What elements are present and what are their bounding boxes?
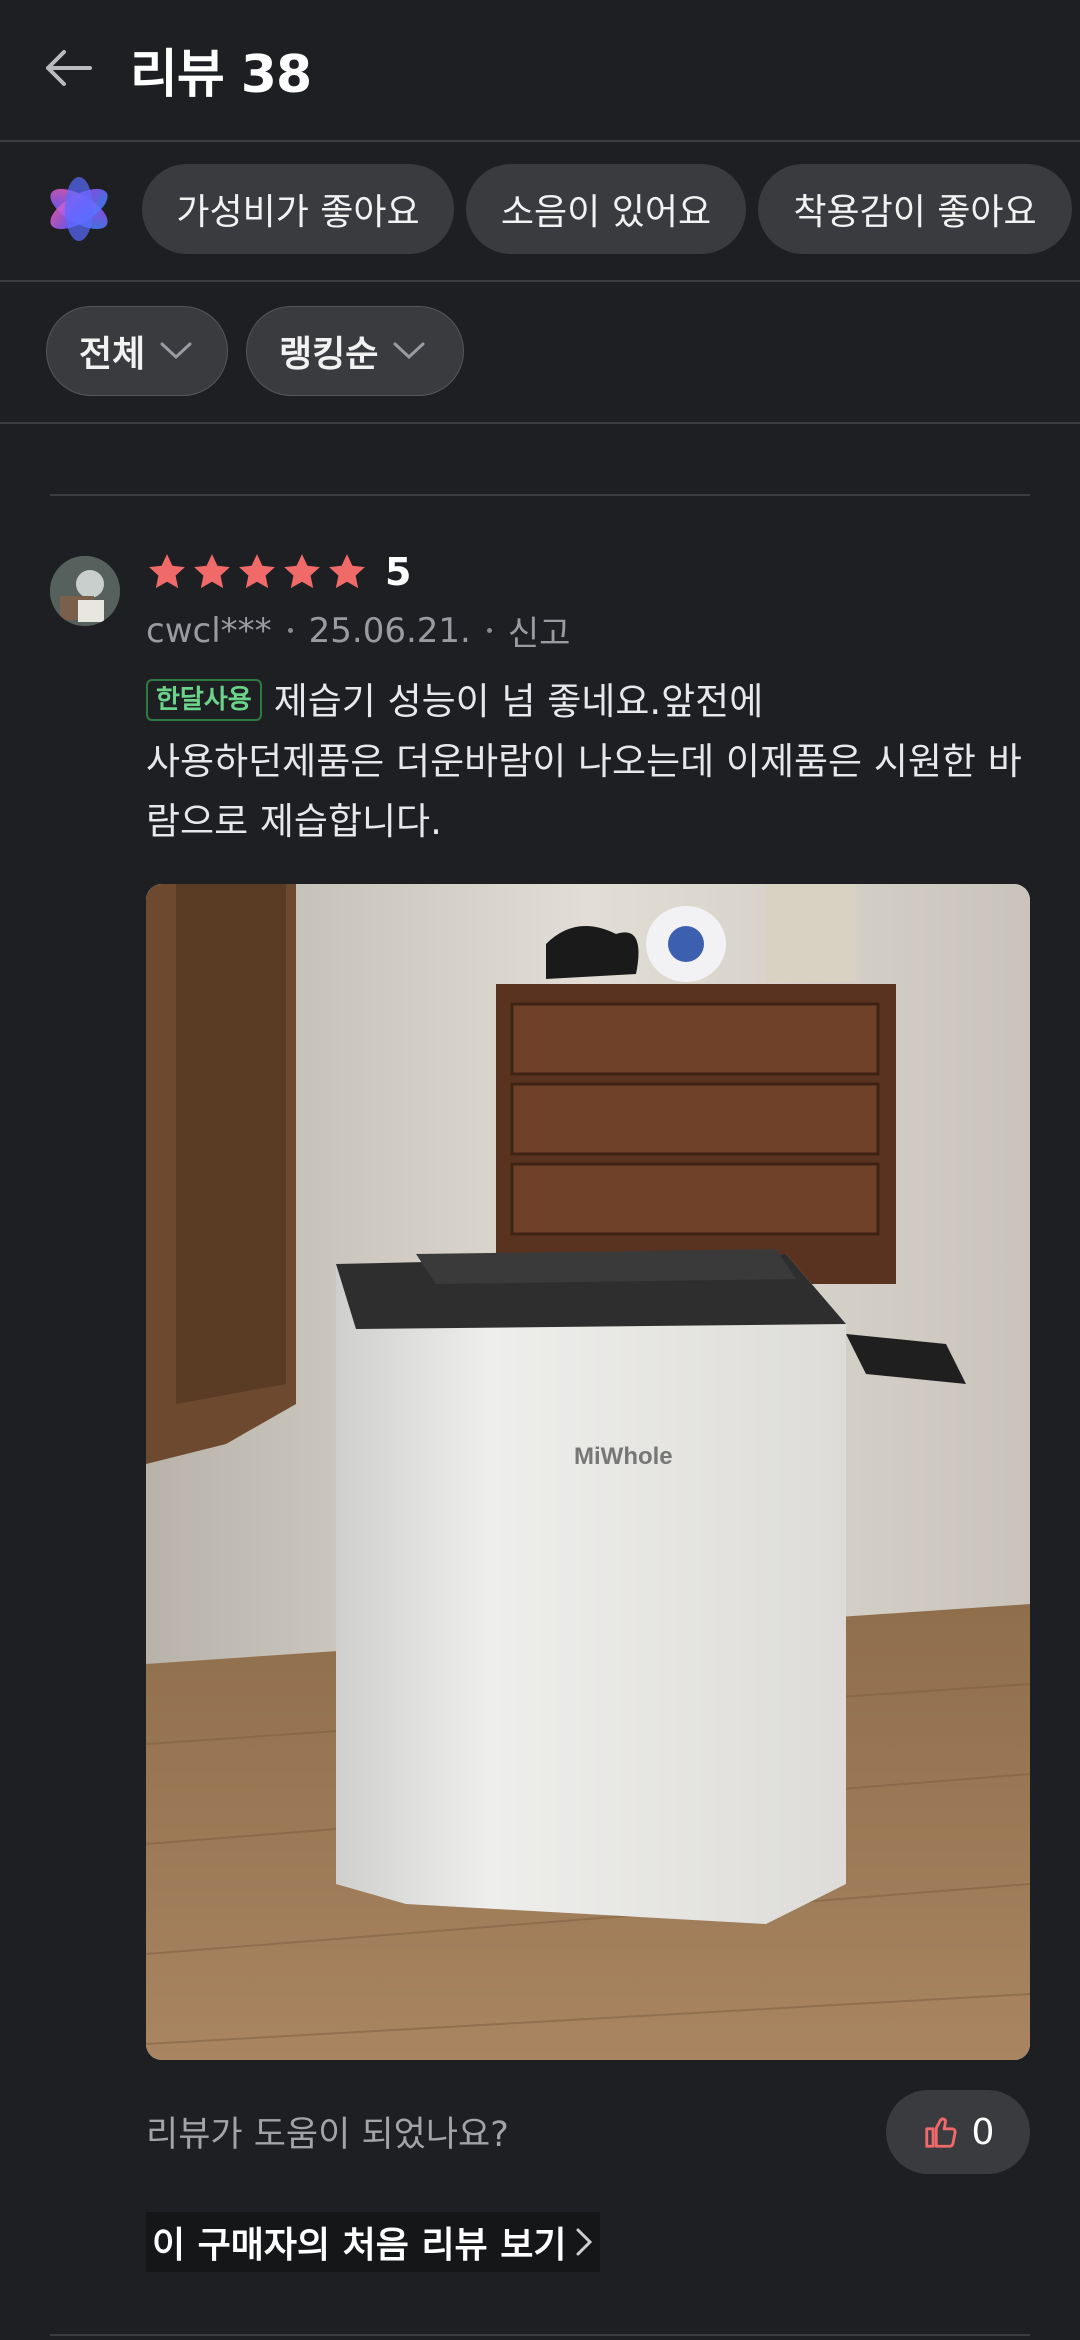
star-icon (329, 554, 365, 589)
author-name: cwcl*** (146, 610, 272, 651)
chevron-down-icon (160, 342, 192, 360)
helpful-question: 리뷰가 도움이 되었나요? (146, 2115, 509, 2155)
star-rating: 5 (146, 550, 411, 594)
review-photo[interactable]: MiWhole (146, 884, 1030, 2060)
sort-dropdown[interactable]: 랭킹순 (246, 306, 464, 396)
star-icon (239, 554, 275, 589)
usage-badge: 한달사용 (146, 679, 262, 721)
sparkle-ai-icon (50, 177, 108, 241)
chevron-down-icon (393, 342, 425, 360)
thumbs-up-icon (924, 2117, 957, 2148)
top-app-bar: 리뷰 38 (0, 0, 1080, 142)
review-photo-image: MiWhole (146, 884, 1030, 2060)
page-title: 리뷰 38 (130, 45, 312, 105)
photo-brand-text: MiWhole (574, 1443, 673, 1470)
keyword-chip-comfort[interactable]: 착용감이 좋아요 (758, 164, 1072, 254)
review-meta: cwcl*** 25.06.21. 신고 (146, 606, 570, 655)
divider (50, 2334, 1030, 2336)
review-text: 한달사용 제습기 성능이 넘 좋네요.앞전에 사용하던제품은 더운바람이 나오는데… (146, 672, 1036, 852)
sort-label: 랭킹순 (279, 334, 379, 375)
like-count: 0 (971, 2111, 995, 2153)
avatar-image (50, 556, 120, 626)
first-review-link[interactable]: 이 구매자의 처음 리뷰 보기 (146, 2212, 601, 2272)
review-text-line1: 제습기 성능이 넘 좋네요.앞전에 (273, 680, 764, 723)
arrow-left-icon[interactable] (40, 40, 96, 96)
chevron-right-icon (576, 2228, 593, 2256)
review-date: 25.06.21. (308, 610, 471, 651)
report-link[interactable]: 신고 (508, 606, 571, 655)
keyword-chip-row: 가성비가 좋아요 소음이 있어요 착용감이 좋아요 (0, 142, 1080, 282)
star-icon (194, 554, 230, 589)
scope-filter-dropdown[interactable]: 전체 (46, 306, 228, 396)
star-icon (284, 554, 320, 589)
separator-dot (287, 628, 293, 633)
like-button[interactable]: 0 (886, 2090, 1030, 2174)
rating-value: 5 (385, 550, 412, 594)
avatar[interactable] (50, 556, 120, 626)
keyword-chip-noise[interactable]: 소음이 있어요 (466, 164, 746, 254)
divider (50, 494, 1030, 496)
keyword-chip-value[interactable]: 가성비가 좋아요 (142, 164, 454, 254)
first-review-label: 이 구매자의 처음 리뷰 보기 (152, 2225, 567, 2266)
star-icon (149, 554, 185, 589)
scope-filter-label: 전체 (79, 334, 146, 375)
filter-bar: 전체 랭킹순 (0, 282, 1080, 424)
review-text-rest: 사용하던제품은 더운바람이 나오는데 이제품은 시원한 바람으로 제습합니다. (146, 740, 1022, 843)
separator-dot (486, 628, 492, 633)
